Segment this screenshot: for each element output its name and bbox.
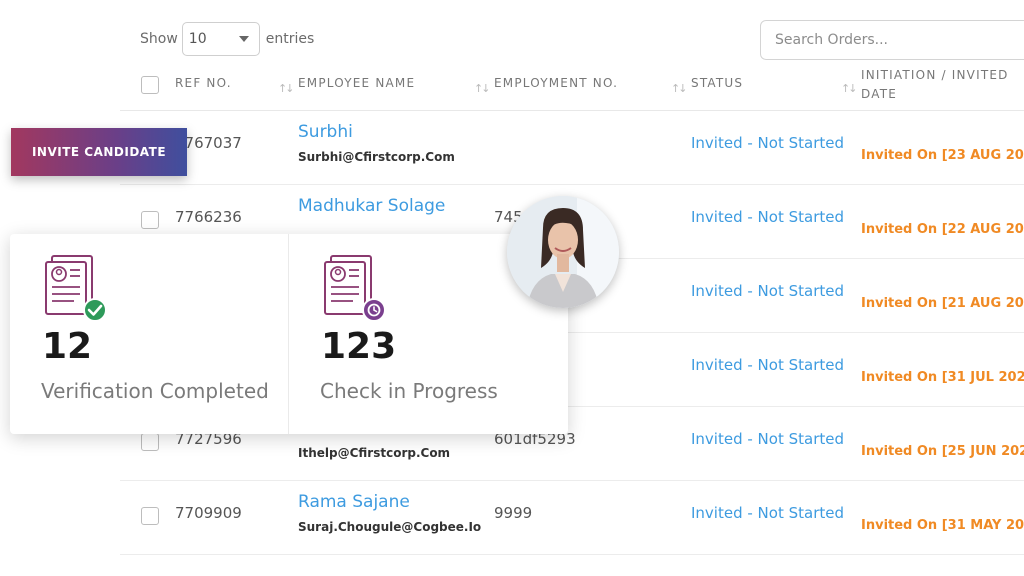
status-link[interactable]: Invited - Not Started [691, 282, 844, 300]
stat-verification-completed: 12 Verification Completed [10, 234, 288, 434]
sort-icon[interactable]: ↑↓ [278, 82, 295, 95]
status-link[interactable]: Invited - Not Started [691, 430, 844, 448]
stat-label: Verification Completed [41, 379, 269, 403]
stats-card: 12 Verification Completed 123 Check in P… [10, 234, 568, 434]
row-checkbox[interactable] [141, 507, 159, 525]
header-invited-date-line1: INITIATION / INVITED [861, 68, 1009, 82]
avatar [507, 196, 619, 308]
header-invited-date-line2: DATE [861, 87, 898, 101]
search-orders-input[interactable] [760, 20, 1024, 60]
entries-value: 10 [188, 31, 207, 47]
table-header: REF NO. ↑↓ EMPLOYEE NAME ↑↓ EMPLOYMENT N… [120, 60, 1024, 111]
invited-date: Invited On [21 AUG 2024 [861, 296, 1024, 311]
invited-date: Invited On [22 AUG 2024 [861, 222, 1024, 237]
user-photo-icon [507, 196, 619, 308]
sort-icon[interactable]: ↑↓ [841, 82, 858, 95]
header-status[interactable]: STATUS [691, 74, 743, 93]
chevron-down-icon [238, 36, 249, 42]
invite-candidate-button[interactable]: INVITE CANDIDATE [11, 128, 187, 176]
employee-email: Surbhi@Cfirstcorp.Com [298, 150, 455, 164]
employee-name-link[interactable]: Surbhi [298, 122, 353, 142]
invited-date: Invited On [25 JUN 2024] [861, 444, 1024, 459]
status-link[interactable]: Invited - Not Started [691, 504, 844, 522]
employee-name-link[interactable]: Madhukar Solage [298, 196, 445, 216]
entries-label: entries [265, 31, 315, 47]
header-employment-no[interactable]: EMPLOYMENT NO. [494, 74, 618, 93]
ref-no: 7709909 [175, 504, 242, 522]
employee-email: Suraj.Chougule@Cogbee.Io [298, 520, 482, 534]
document-clock-icon [324, 255, 386, 322]
stat-value: 123 [321, 326, 397, 367]
show-label: Show [140, 31, 178, 47]
ref-no: 7766236 [175, 208, 242, 226]
stat-value: 12 [42, 326, 93, 367]
table-row: 7767037 Surbhi Surbhi@Cfirstcorp.Com Inv… [120, 110, 1024, 185]
entries-control: Show 10 entries [140, 22, 314, 56]
document-check-icon [45, 255, 107, 322]
row-checkbox[interactable] [141, 433, 159, 451]
status-link[interactable]: Invited - Not Started [691, 134, 844, 152]
stat-label: Check in Progress [320, 379, 498, 403]
sort-icon[interactable]: ↑↓ [671, 82, 688, 95]
table-row: 7709909 Rama Sajane Suraj.Chougule@Cogbe… [120, 480, 1024, 555]
status-link[interactable]: Invited - Not Started [691, 208, 844, 226]
employee-name-link[interactable]: Rama Sajane [298, 492, 410, 512]
header-invited-date[interactable]: INITIATION / INVITED DATE [861, 66, 1009, 104]
sort-icon[interactable]: ↑↓ [474, 82, 491, 95]
header-employee-name[interactable]: EMPLOYEE NAME [298, 74, 415, 93]
employment-no: 9999 [494, 504, 533, 522]
invited-date: Invited On [31 JUL 2024] [861, 370, 1024, 385]
select-all-checkbox[interactable] [141, 76, 159, 94]
invited-date: Invited On [23 AUG 2024 [861, 148, 1024, 163]
row-checkbox[interactable] [141, 211, 159, 229]
employee-email: Ithelp@Cfirstcorp.Com [298, 446, 451, 460]
invited-date: Invited On [31 MAY 2024 [861, 518, 1024, 533]
status-link[interactable]: Invited - Not Started [691, 356, 844, 374]
header-ref-no[interactable]: REF NO. [175, 74, 232, 93]
entries-select[interactable]: 10 [181, 22, 260, 56]
